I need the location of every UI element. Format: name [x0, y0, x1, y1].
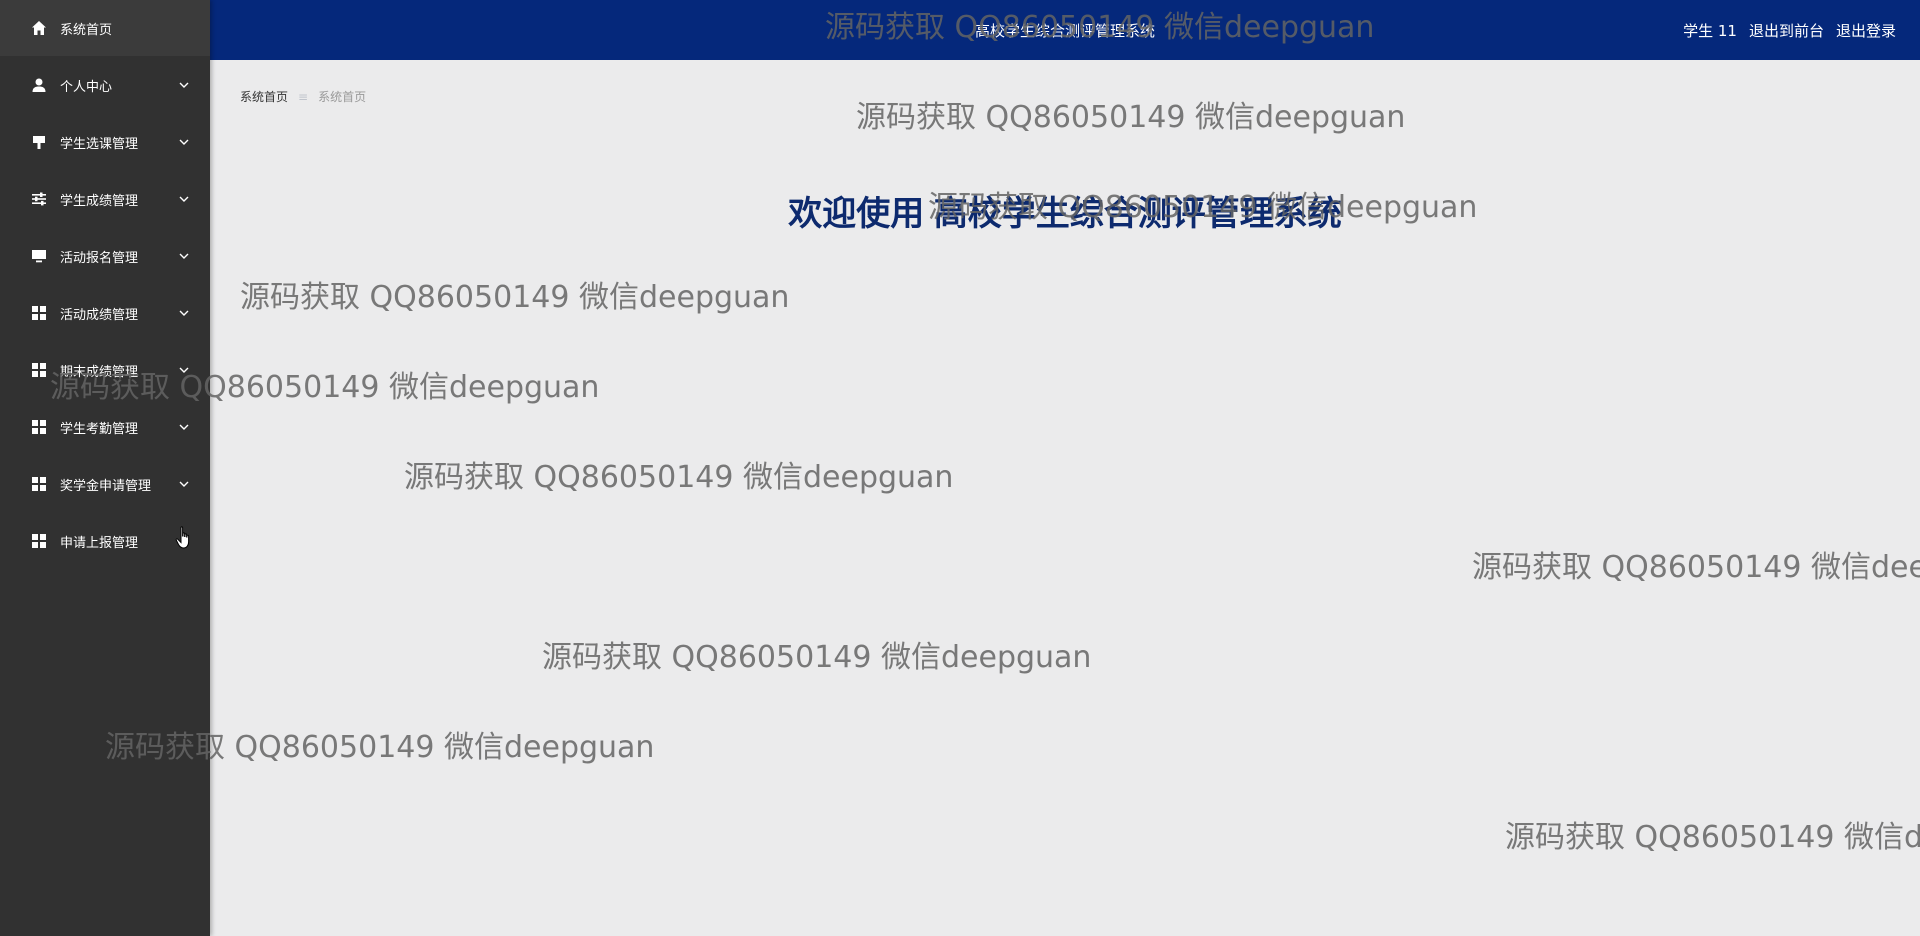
- logout-link[interactable]: 退出登录: [1836, 20, 1896, 41]
- sidebar-item-label: 系统首页: [60, 22, 113, 38]
- sidebar-item-label: 学生成绩管理: [60, 193, 139, 209]
- sidebar-item-label: 个人中心: [60, 79, 113, 95]
- watermark-text: 源码获取 QQ86050149 微信deepguan: [1505, 820, 1920, 855]
- watermark-text: 源码获取 QQ86050149 微信deepguan: [404, 460, 954, 495]
- watermark-text: 源码获取 QQ86050149 微信deepguan: [240, 280, 790, 315]
- sidebar: 系统首页 个人中心 学生选课管理 学生成绩管理 活动报名管理 活动成绩管理 期末…: [0, 0, 210, 936]
- hand-cursor-icon: [175, 526, 190, 549]
- header-user-actions: 学生 11 退出到前台 退出登录: [1683, 20, 1896, 41]
- breadcrumb: 系统首页 ≡ 系统首页: [240, 88, 366, 105]
- grid-icon: [30, 475, 48, 493]
- chevron-down-icon: [179, 139, 189, 145]
- sidebar-item-home[interactable]: 系统首页: [0, 0, 210, 56]
- sidebar-item-label: 活动报名管理: [60, 250, 139, 266]
- sidebar-item-course-selection[interactable]: 学生选课管理: [0, 114, 210, 170]
- sidebar-item-final-grades[interactable]: 期末成绩管理: [0, 342, 210, 398]
- breadcrumb-home[interactable]: 系统首页: [240, 88, 288, 105]
- chevron-down-icon: [179, 424, 189, 430]
- sidebar-item-profile[interactable]: 个人中心: [0, 57, 210, 113]
- grid-icon: [30, 532, 48, 550]
- current-user: 学生 11: [1683, 22, 1737, 40]
- watermark-text: 源码获取 QQ86050149 微信deepguan: [856, 100, 1406, 135]
- chevron-down-icon: [179, 196, 189, 202]
- watermark-text: 源码获取 QQ86050149 微信deepguan: [542, 640, 1092, 675]
- sliders-icon: [30, 190, 48, 208]
- flag-icon: [30, 133, 48, 151]
- sidebar-item-label: 奖学金申请管理: [60, 478, 152, 494]
- sidebar-item-label: 期末成绩管理: [60, 364, 139, 380]
- grid-icon: [30, 304, 48, 322]
- chevron-down-icon: [179, 310, 189, 316]
- sidebar-item-label: 活动成绩管理: [60, 307, 139, 323]
- monitor-icon: [30, 247, 48, 265]
- chevron-down-icon: [179, 82, 189, 88]
- chevron-down-icon: [179, 481, 189, 487]
- grid-icon: [30, 418, 48, 436]
- home-icon: [30, 19, 48, 37]
- back-to-frontend-link[interactable]: 退出到前台: [1749, 20, 1824, 41]
- sidebar-item-activity-grades[interactable]: 活动成绩管理: [0, 285, 210, 341]
- grid-icon: [30, 361, 48, 379]
- sidebar-item-scholarship[interactable]: 奖学金申请管理: [0, 456, 210, 512]
- app-title: 高校学生综合测评管理系统: [975, 22, 1156, 40]
- top-header: 高校学生综合测评管理系统 学生 11 退出到前台 退出登录: [210, 0, 1920, 60]
- welcome-heading: 欢迎使用 高校学生综合测评管理系统: [788, 195, 1342, 233]
- breadcrumb-current: 系统首页: [318, 90, 367, 104]
- chevron-down-icon: [179, 367, 189, 373]
- breadcrumb-separator: ≡: [298, 89, 309, 104]
- sidebar-item-label: 申请上报管理: [60, 535, 139, 551]
- sidebar-item-activity-signup[interactable]: 活动报名管理: [0, 228, 210, 284]
- sidebar-item-student-grades[interactable]: 学生成绩管理: [0, 171, 210, 227]
- sidebar-item-attendance[interactable]: 学生考勤管理: [0, 399, 210, 455]
- user-icon: [30, 76, 48, 94]
- sidebar-item-label: 学生考勤管理: [60, 421, 139, 437]
- watermark-text: 源码获取 QQ86050149 微信deepguan: [1472, 550, 1920, 585]
- sidebar-item-label: 学生选课管理: [60, 136, 139, 152]
- chevron-down-icon: [179, 253, 189, 259]
